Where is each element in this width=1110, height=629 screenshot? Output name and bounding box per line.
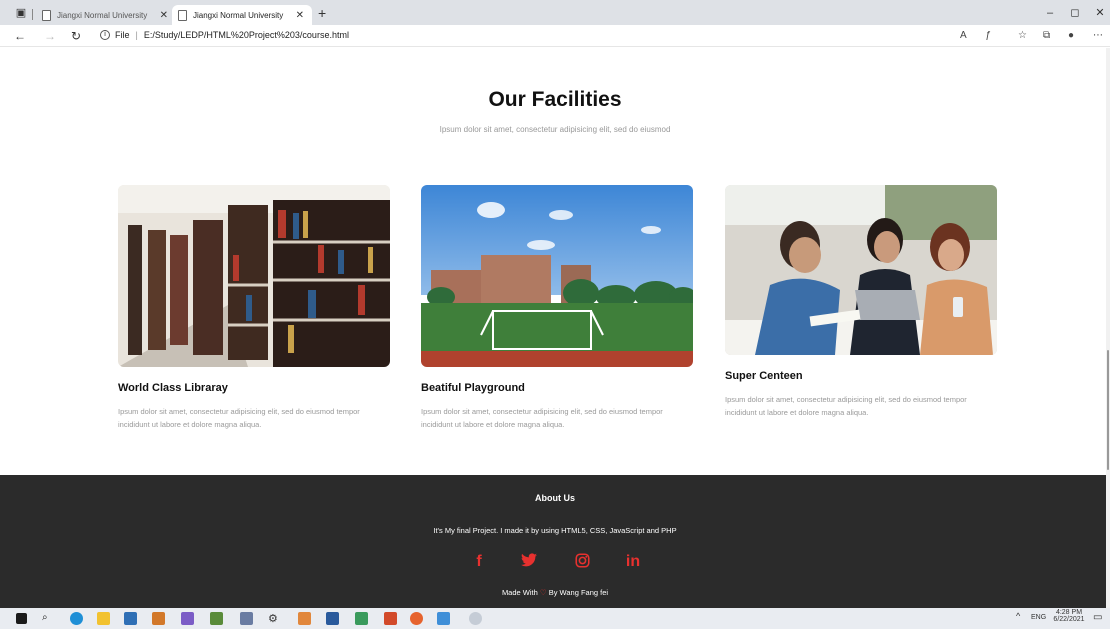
- read-aloud-icon[interactable]: A: [960, 30, 967, 41]
- clock[interactable]: 4:28 PM 6/22/2021: [1053, 609, 1085, 623]
- start-icon[interactable]: [16, 613, 27, 624]
- footer-title: About Us: [535, 493, 575, 503]
- url-text: E:/Study/LEDP/HTML%20Project%203/course.…: [143, 30, 349, 40]
- made-with-text: Made With ♡ By Wang Fang fei: [0, 588, 1110, 597]
- tab-label: Jiangxi Normal University: [57, 10, 148, 20]
- made-suffix: By Wang Fang fei: [548, 588, 609, 597]
- settings-icon[interactable]: ⚙: [268, 612, 281, 625]
- font-icon[interactable]: ƒ: [985, 30, 991, 41]
- facebook-icon[interactable]: f: [466, 553, 492, 571]
- app-icon[interactable]: [152, 612, 165, 625]
- favorites-icon[interactable]: ☆: [1018, 30, 1027, 41]
- canteen-image: [725, 185, 997, 355]
- word-icon[interactable]: [326, 612, 339, 625]
- page-icon: [178, 9, 187, 21]
- page-subtitle: Ipsum dolor sit amet, consectetur adipis…: [439, 125, 671, 134]
- heart-icon: ♡: [539, 588, 547, 597]
- forward-icon[interactable]: →: [44, 29, 56, 43]
- close-window-icon[interactable]: ✕: [1093, 6, 1107, 20]
- instagram-icon[interactable]: [569, 553, 595, 573]
- made-prefix: Made With: [501, 588, 538, 597]
- footer-text: It's My final Project. I made it by usin…: [433, 526, 677, 535]
- scrollbar-thumb[interactable]: [1107, 350, 1109, 470]
- address-bar: ← → ↻ i File | E:/Study/LEDP/HTML%20Proj…: [0, 25, 1110, 47]
- office-icon[interactable]: [384, 612, 397, 625]
- card-title: Beatiful Playground: [421, 382, 525, 394]
- card-text: Ipsum dolor sit amet, consectetur adipis…: [118, 407, 360, 429]
- page-content: Our Facilities Ipsum dolor sit amet, con…: [0, 48, 1106, 608]
- taskbar: ⌕ ⚙ ^ ENG 4:28 PM 6/22/2021 ▭: [0, 608, 1110, 629]
- linkedin-icon[interactable]: in: [620, 553, 646, 571]
- browser-tab-bar: ▣ Jiangxi Normal University ✕ Jiangxi No…: [0, 0, 1110, 25]
- twitter-icon[interactable]: [516, 553, 542, 572]
- page-title: Our Facilities: [488, 88, 622, 111]
- card-title: Super Centeen: [725, 370, 803, 382]
- app-icon[interactable]: [210, 612, 223, 625]
- app-icon[interactable]: [355, 612, 368, 625]
- tab-inactive[interactable]: Jiangxi Normal University ✕: [36, 5, 176, 25]
- chrome-icon[interactable]: [410, 612, 423, 625]
- back-icon[interactable]: ←: [14, 29, 26, 43]
- file-explorer-icon[interactable]: [97, 612, 110, 625]
- clock-date: 6/22/2021: [1053, 616, 1085, 623]
- tab-label: Jiangxi Normal University: [193, 10, 284, 20]
- app-icon[interactable]: [469, 612, 482, 625]
- close-icon[interactable]: ✕: [296, 10, 304, 21]
- info-icon[interactable]: i: [100, 30, 110, 40]
- app-icon[interactable]: [240, 612, 253, 625]
- app-icon[interactable]: [298, 612, 311, 625]
- minimize-icon[interactable]: –: [1043, 6, 1057, 20]
- url-field[interactable]: i File | E:/Study/LEDP/HTML%20Project%20…: [100, 30, 349, 40]
- chevron-up-icon[interactable]: ^: [1016, 611, 1020, 621]
- collections-icon[interactable]: ⧉: [1043, 30, 1050, 41]
- restore-icon[interactable]: ◻: [1068, 6, 1082, 20]
- footer: About Us It's My final Project. I made i…: [0, 475, 1106, 608]
- refresh-icon[interactable]: ↻: [71, 29, 81, 43]
- new-tab-icon[interactable]: +: [318, 5, 326, 21]
- edge-icon[interactable]: [70, 612, 83, 625]
- browser-menu-icon[interactable]: ▣: [14, 6, 28, 20]
- scrollbar-track[interactable]: [1106, 48, 1110, 608]
- more-icon[interactable]: ⋯: [1093, 30, 1103, 41]
- card-text: Ipsum dolor sit amet, consectetur adipis…: [421, 407, 663, 429]
- playground-image: [421, 185, 693, 367]
- tab-separator: [32, 9, 33, 20]
- url-separator: |: [135, 30, 138, 40]
- tab-active[interactable]: Jiangxi Normal University ✕: [172, 5, 312, 25]
- clock-time: 4:28 PM: [1055, 609, 1083, 616]
- notification-icon[interactable]: ▭: [1093, 612, 1102, 623]
- app-icon[interactable]: [437, 612, 450, 625]
- library-image: [118, 185, 390, 367]
- url-protocol: File: [115, 30, 130, 40]
- page-icon: [42, 9, 51, 21]
- close-icon[interactable]: ✕: [160, 10, 168, 21]
- profile-icon[interactable]: ●: [1068, 30, 1074, 41]
- card-title: World Class Libraray: [118, 382, 228, 394]
- language-indicator[interactable]: ENG: [1031, 614, 1046, 621]
- mail-icon[interactable]: [124, 612, 137, 625]
- search-icon[interactable]: ⌕: [42, 612, 55, 625]
- app-icon[interactable]: [181, 612, 194, 625]
- card-text: Ipsum dolor sit amet, consectetur adipis…: [725, 395, 967, 417]
